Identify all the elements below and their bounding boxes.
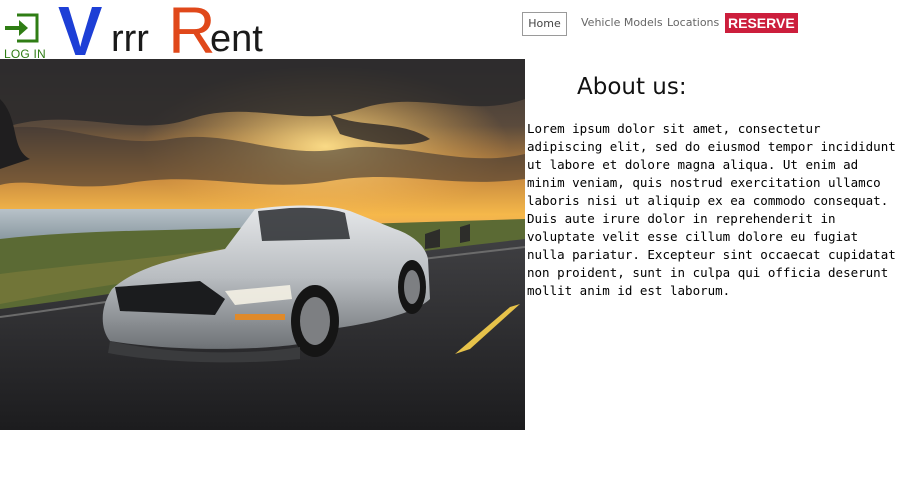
brand-letter-r: R — [168, 0, 216, 67]
brand-letters-rrr: rrr — [111, 18, 149, 60]
nav-locations[interactable]: Locations — [667, 12, 719, 34]
login-button[interactable]: LOG IN — [0, 4, 52, 61]
hero-car-image — [0, 59, 525, 430]
login-enter-icon — [5, 13, 39, 43]
brand-letter-v: V — [58, 0, 103, 70]
nav-home[interactable]: Home — [522, 12, 567, 36]
reserve-button[interactable]: RESERVE — [725, 13, 798, 33]
about-body-text: Lorem ipsum dolor sit amet, consectetur … — [527, 121, 896, 298]
brand-letters-ent: ent — [210, 18, 263, 60]
nav-vehicle-models[interactable]: Vehicle Models — [581, 12, 663, 34]
about-title: About us: — [577, 74, 687, 100]
